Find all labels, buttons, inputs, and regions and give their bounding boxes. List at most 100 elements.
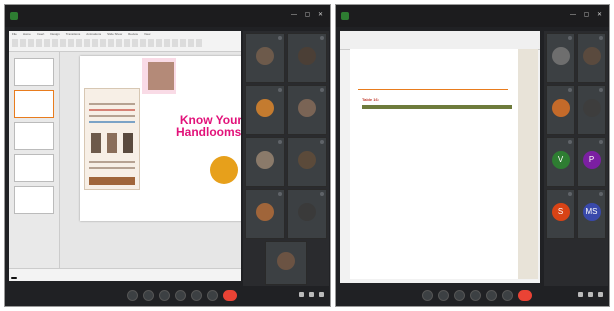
participant-tile[interactable]: V xyxy=(546,137,575,187)
avatar: P xyxy=(582,150,601,169)
participant-tile[interactable] xyxy=(245,189,285,239)
raise-hand-icon[interactable] xyxy=(470,290,481,301)
muted-mic-icon xyxy=(278,192,282,196)
window-controls[interactable]: — ▢ ✕ xyxy=(291,11,326,18)
avatar: V xyxy=(551,150,570,169)
table-header-cell xyxy=(474,105,512,109)
avatar xyxy=(298,98,316,117)
raise-hand-icon[interactable] xyxy=(175,290,186,301)
doc-rule xyxy=(358,89,508,90)
shared-screen-document: Table 16: xyxy=(340,31,540,283)
chat-icon[interactable] xyxy=(319,292,324,297)
slide-thumbnails[interactable] xyxy=(9,52,60,269)
ribbon-tab[interactable]: Insert xyxy=(37,32,45,36)
avatar xyxy=(298,150,316,169)
participant-tile[interactable]: MS xyxy=(577,189,606,239)
participant-tile[interactable] xyxy=(287,33,327,83)
avatar xyxy=(256,150,274,169)
thumbnail-slide-5[interactable] xyxy=(14,186,54,214)
people-icon[interactable] xyxy=(588,292,593,297)
participant-tile[interactable] xyxy=(546,85,575,135)
avatar xyxy=(256,46,274,65)
camera-icon[interactable] xyxy=(143,290,154,301)
participant-tile[interactable] xyxy=(287,189,327,239)
participant-tile[interactable] xyxy=(577,33,606,83)
avatar xyxy=(582,98,601,117)
right-titlebar: — ▢ ✕ xyxy=(336,5,609,27)
ribbon-tab[interactable]: File xyxy=(12,32,17,36)
participant-tile[interactable] xyxy=(287,137,327,187)
info-icon[interactable] xyxy=(578,292,583,297)
ribbon-tab[interactable]: Home xyxy=(23,32,31,36)
thumbnail-slide-3[interactable] xyxy=(14,122,54,150)
table-header-cell xyxy=(437,105,475,109)
chat-icon[interactable] xyxy=(598,292,603,297)
participant-tile[interactable] xyxy=(245,137,285,187)
window-controls[interactable]: — ▢ ✕ xyxy=(570,11,605,18)
ribbon-tab[interactable]: Transitions xyxy=(66,32,81,36)
muted-mic-icon xyxy=(320,192,324,196)
thumbnail-slide-2[interactable] xyxy=(14,90,54,118)
left-meeting-window: — ▢ ✕ File Home Insert Design Transitions Ani… xyxy=(4,4,331,307)
muted-mic-icon xyxy=(320,140,324,144)
shared-screen-powerpoint: File Home Insert Design Transitions Animation… xyxy=(9,31,241,281)
ribbon-tab[interactable]: View xyxy=(144,32,150,36)
ribbon-tab[interactable]: Animations xyxy=(86,32,101,36)
muted-mic-icon xyxy=(320,36,324,40)
avatar xyxy=(277,251,295,270)
participant-tile[interactable]: S xyxy=(546,189,575,239)
captions-icon[interactable] xyxy=(454,290,465,301)
end-call-icon[interactable] xyxy=(518,290,532,301)
participant-tile[interactable] xyxy=(245,33,285,83)
screen-share-banner[interactable] xyxy=(11,277,17,279)
muted-mic-icon xyxy=(599,36,603,40)
avatar xyxy=(298,46,316,65)
people-icon[interactable] xyxy=(309,292,314,297)
present-icon[interactable] xyxy=(191,290,202,301)
slide-headline: Know Your Handlooms... xyxy=(176,113,241,139)
muted-mic-icon xyxy=(599,140,603,144)
ribbon-tab[interactable]: Slide Show xyxy=(107,32,122,36)
avatar xyxy=(551,46,570,65)
captions-icon[interactable] xyxy=(159,290,170,301)
avatar xyxy=(551,98,570,117)
meet-app-icon xyxy=(341,12,349,20)
muted-mic-icon xyxy=(278,36,282,40)
end-call-icon[interactable] xyxy=(223,290,237,301)
thumbnail-slide-1[interactable] xyxy=(14,58,54,86)
muted-mic-icon xyxy=(599,192,603,196)
avatar xyxy=(256,98,274,117)
avatar xyxy=(582,46,601,65)
side-panel-controls xyxy=(578,292,603,297)
participant-tile[interactable] xyxy=(245,85,285,135)
muted-mic-icon xyxy=(568,192,572,196)
thumbnail-slide-4[interactable] xyxy=(14,154,54,182)
participant-tile[interactable] xyxy=(577,85,606,135)
handloom-photo xyxy=(148,62,174,90)
muted-mic-icon xyxy=(599,88,603,92)
left-control-bar xyxy=(5,286,330,306)
participant-tile[interactable]: P xyxy=(577,137,606,187)
more-icon[interactable] xyxy=(207,290,218,301)
avatar xyxy=(298,202,316,221)
ribbon-tab[interactable]: Review xyxy=(128,32,138,36)
mic-icon[interactable] xyxy=(422,290,433,301)
table-header-cell xyxy=(362,105,400,109)
participant-tile[interactable] xyxy=(546,33,575,83)
participant-tile[interactable] xyxy=(287,85,327,135)
handloom-table xyxy=(362,105,512,109)
present-icon[interactable] xyxy=(486,290,497,301)
muted-mic-icon xyxy=(278,88,282,92)
info-icon[interactable] xyxy=(299,292,304,297)
muted-mic-icon xyxy=(320,88,324,92)
slide-sun-graphic xyxy=(210,156,238,184)
camera-icon[interactable] xyxy=(438,290,449,301)
ribbon-tabs: File Home Insert Design Transitions Animation… xyxy=(12,32,150,36)
ribbon-tools xyxy=(12,39,238,49)
self-view-tile[interactable] xyxy=(265,241,307,285)
avatar: MS xyxy=(582,202,601,221)
more-icon[interactable] xyxy=(502,290,513,301)
ribbon-tab[interactable]: Design xyxy=(50,32,59,36)
mic-icon[interactable] xyxy=(127,290,138,301)
avatar xyxy=(256,202,274,221)
